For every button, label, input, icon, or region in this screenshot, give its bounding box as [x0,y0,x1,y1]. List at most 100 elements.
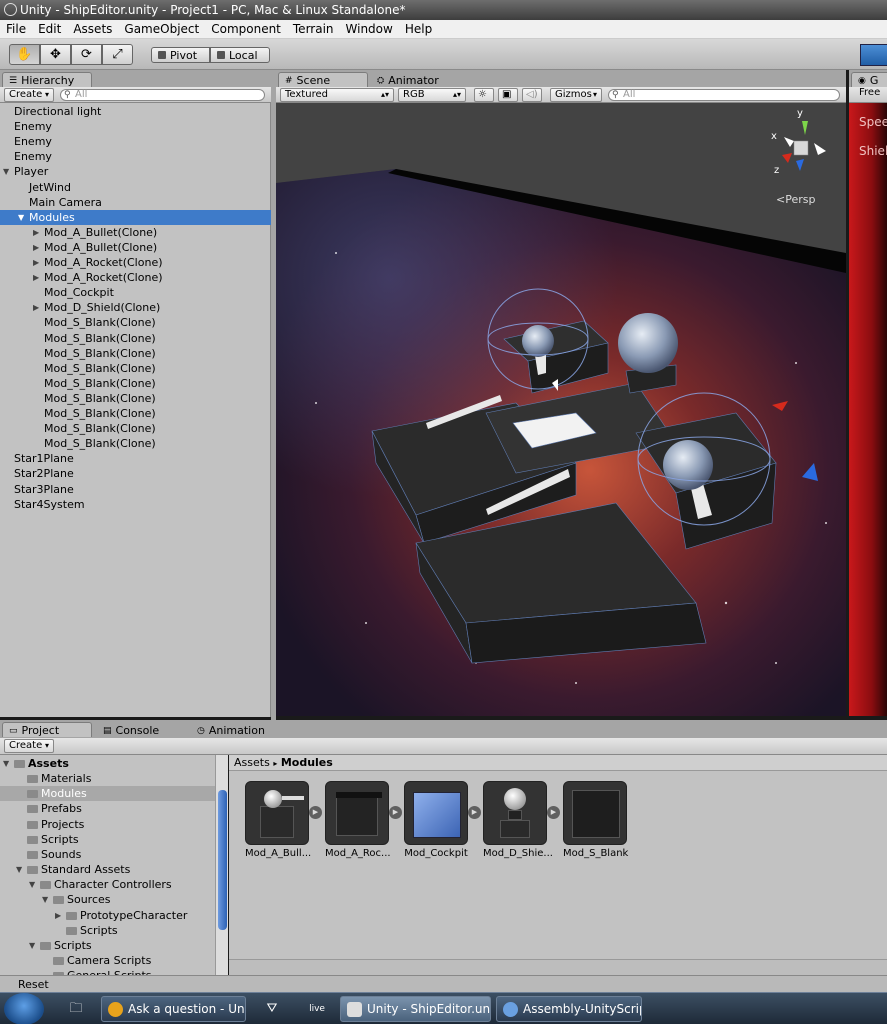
hierarchy-item[interactable]: Mod_S_Blank(Clone) [0,331,271,346]
breadcrumb-modules[interactable]: Modules [281,756,333,769]
hierarchy-item[interactable]: Directional light [0,104,271,119]
lighting-toggle[interactable]: ☼ [474,88,494,102]
expand-prefab-icon[interactable]: ▶ [389,806,402,819]
menu-assets[interactable]: Assets [67,20,118,38]
app-taskbar-icon[interactable]: ⛛ [258,996,286,1022]
folder-item[interactable]: Scripts [0,832,215,847]
color-mode-dropdown[interactable]: RGB ▴▾ [398,88,466,102]
hierarchy-item[interactable]: ▶ Mod_A_Bullet(Clone) [0,225,271,240]
scene-view[interactable]: y x z <Persp [276,103,846,716]
hierarchy-item[interactable]: ▼ Player [0,164,271,179]
folder-item[interactable]: Projects [0,817,215,832]
hierarchy-item[interactable]: Mod_Cockpit [0,285,271,300]
persp-label[interactable]: <Persp [776,193,815,206]
expanded-triangle-icon[interactable]: ▼ [29,938,35,953]
scale-tool-button[interactable]: ⤢ [102,44,133,65]
hierarchy-item[interactable]: ▶ Mod_A_Rocket(Clone) [0,255,271,270]
tab-animator[interactable]: ⛭ Animator [370,72,460,87]
breadcrumb-assets[interactable]: Assets [234,756,270,769]
audio-toggle[interactable]: ◁) [522,88,542,102]
scrollbar-thumb[interactable] [218,790,227,930]
expand-prefab-icon[interactable]: ▶ [309,806,322,819]
folder-item[interactable]: General Scripts [0,968,215,975]
tab-animation[interactable]: ◷ Animation [190,722,290,737]
expand-prefab-icon[interactable]: ▶ [547,806,560,819]
game-view[interactable]: Spee Shiel [849,103,887,716]
collapsed-triangle-icon[interactable]: ▶ [33,300,39,315]
live-taskbar-icon[interactable]: live [303,996,331,1022]
hierarchy-item[interactable]: Main Camera [0,195,271,210]
menu-help[interactable]: Help [399,20,438,38]
hierarchy-item[interactable]: Mod_S_Blank(Clone) [0,376,271,391]
folder-item[interactable]: Prefabs [0,801,215,816]
folder-item[interactable]: ▼ Sources [0,892,215,907]
folder-tree-scrollbar[interactable] [215,755,228,975]
collapsed-triangle-icon[interactable]: ▶ [33,240,39,255]
menu-window[interactable]: Window [340,20,399,38]
expand-prefab-icon[interactable]: ▶ [468,806,481,819]
expanded-triangle-icon[interactable]: ▼ [16,862,22,877]
start-button[interactable] [4,993,44,1024]
menu-gameobject[interactable]: GameObject [118,20,205,38]
tab-game[interactable]: ◉ G [851,72,887,87]
hierarchy-item[interactable]: Star2Plane [0,466,271,481]
folder-item[interactable]: Materials [0,771,215,786]
expanded-triangle-icon[interactable]: ▼ [3,756,9,771]
menu-terrain[interactable]: Terrain [287,20,340,38]
hierarchy-item[interactable]: JetWind [0,180,271,195]
expanded-triangle-icon[interactable]: ▼ [42,892,48,907]
expanded-triangle-icon[interactable]: ▼ [29,877,35,892]
tab-hierarchy[interactable]: ☰ Hierarchy [2,72,92,87]
menu-file[interactable]: File [0,20,32,38]
folder-item[interactable]: ▶ PrototypeCharacter [0,908,215,923]
folder-item[interactable]: ▼ Character Controllers [0,877,215,892]
collapsed-triangle-icon[interactable]: ▶ [55,908,61,923]
hierarchy-item[interactable]: Mod_S_Blank(Clone) [0,315,271,330]
local-button[interactable]: Local [210,47,270,63]
hierarchy-item[interactable]: Mod_S_Blank(Clone) [0,361,271,376]
hierarchy-item[interactable]: Enemy [0,134,271,149]
rotate-tool-button[interactable]: ⟳ [71,44,102,65]
hierarchy-item[interactable]: ▶ Mod_D_Shield(Clone) [0,300,271,315]
folder-item[interactable]: Sounds [0,847,215,862]
collapsed-triangle-icon[interactable]: ▶ [33,270,39,285]
folder-item[interactable]: ▼ Assets [0,756,215,771]
hierarchy-item[interactable]: ▼ Modules [0,209,271,225]
expanded-triangle-icon[interactable]: ▼ [3,164,9,179]
project-create-dropdown[interactable]: Create ▾ [4,739,54,753]
scene-search-input[interactable]: ⚲ All [608,89,840,101]
asset-item[interactable]: ▶ Mod_D_Shie... [483,781,560,859]
folder-item[interactable]: Camera Scripts [0,953,215,968]
hierarchy-item[interactable]: Mod_S_Blank(Clone) [0,406,271,421]
hierarchy-item[interactable]: Mod_S_Blank(Clone) [0,421,271,436]
hierarchy-item[interactable]: Enemy [0,149,271,164]
hand-tool-button[interactable]: ✋ [9,44,40,65]
menu-edit[interactable]: Edit [32,20,67,38]
move-tool-button[interactable]: ✥ [40,44,71,65]
hierarchy-item[interactable]: Mod_S_Blank(Clone) [0,391,271,406]
collapsed-triangle-icon[interactable]: ▶ [33,225,39,240]
folder-item[interactable]: ▼ Scripts [0,938,215,953]
game-aspect-dropdown[interactable]: Free [859,87,880,98]
explorer-taskbar-icon[interactable]: 🗀 [62,996,90,1022]
hierarchy-item[interactable]: Star3Plane [0,482,271,497]
hierarchy-item[interactable]: Enemy [0,119,271,134]
pivot-button[interactable]: Pivot [151,47,210,63]
gizmos-dropdown[interactable]: Gizmos ▾ [550,88,602,102]
collapsed-triangle-icon[interactable]: ▶ [33,255,39,270]
asset-size-slider[interactable] [229,959,887,975]
expanded-triangle-icon[interactable]: ▼ [18,210,24,225]
taskbar-monodevelop[interactable]: Assembly-UnityScrip... [496,996,642,1022]
tab-scene[interactable]: # Scene [278,72,368,87]
hierarchy-item[interactable]: Mod_S_Blank(Clone) [0,346,271,361]
taskbar-unity[interactable]: Unity - ShipEditor.un... [340,996,491,1022]
folder-item[interactable]: Scripts [0,923,215,938]
asset-item[interactable]: Mod_S_Blank [563,781,628,859]
folder-item[interactable]: Modules [0,786,215,802]
image-effects-toggle[interactable]: ▣ [498,88,518,102]
menu-component[interactable]: Component [205,20,287,38]
render-mode-dropdown[interactable]: Textured ▴▾ [280,88,394,102]
hierarchy-item[interactable]: Star4System [0,497,271,512]
asset-item[interactable]: ▶ Mod_Cockpit [404,781,481,859]
hierarchy-item[interactable]: Mod_S_Blank(Clone) [0,436,271,451]
